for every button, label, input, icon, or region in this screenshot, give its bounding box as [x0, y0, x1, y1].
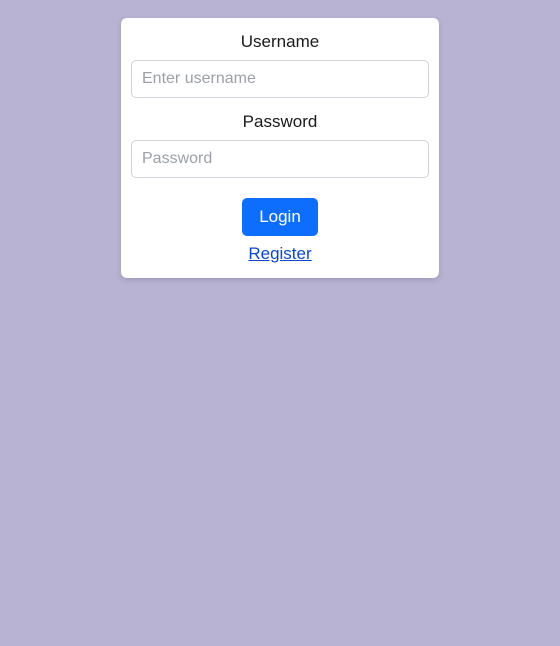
- password-label: Password: [243, 112, 318, 132]
- username-input[interactable]: [131, 60, 429, 98]
- login-card: Username Password Login Register: [121, 18, 439, 278]
- password-input[interactable]: [131, 140, 429, 178]
- register-link[interactable]: Register: [248, 244, 311, 264]
- username-label: Username: [241, 32, 319, 52]
- login-button[interactable]: Login: [242, 198, 318, 236]
